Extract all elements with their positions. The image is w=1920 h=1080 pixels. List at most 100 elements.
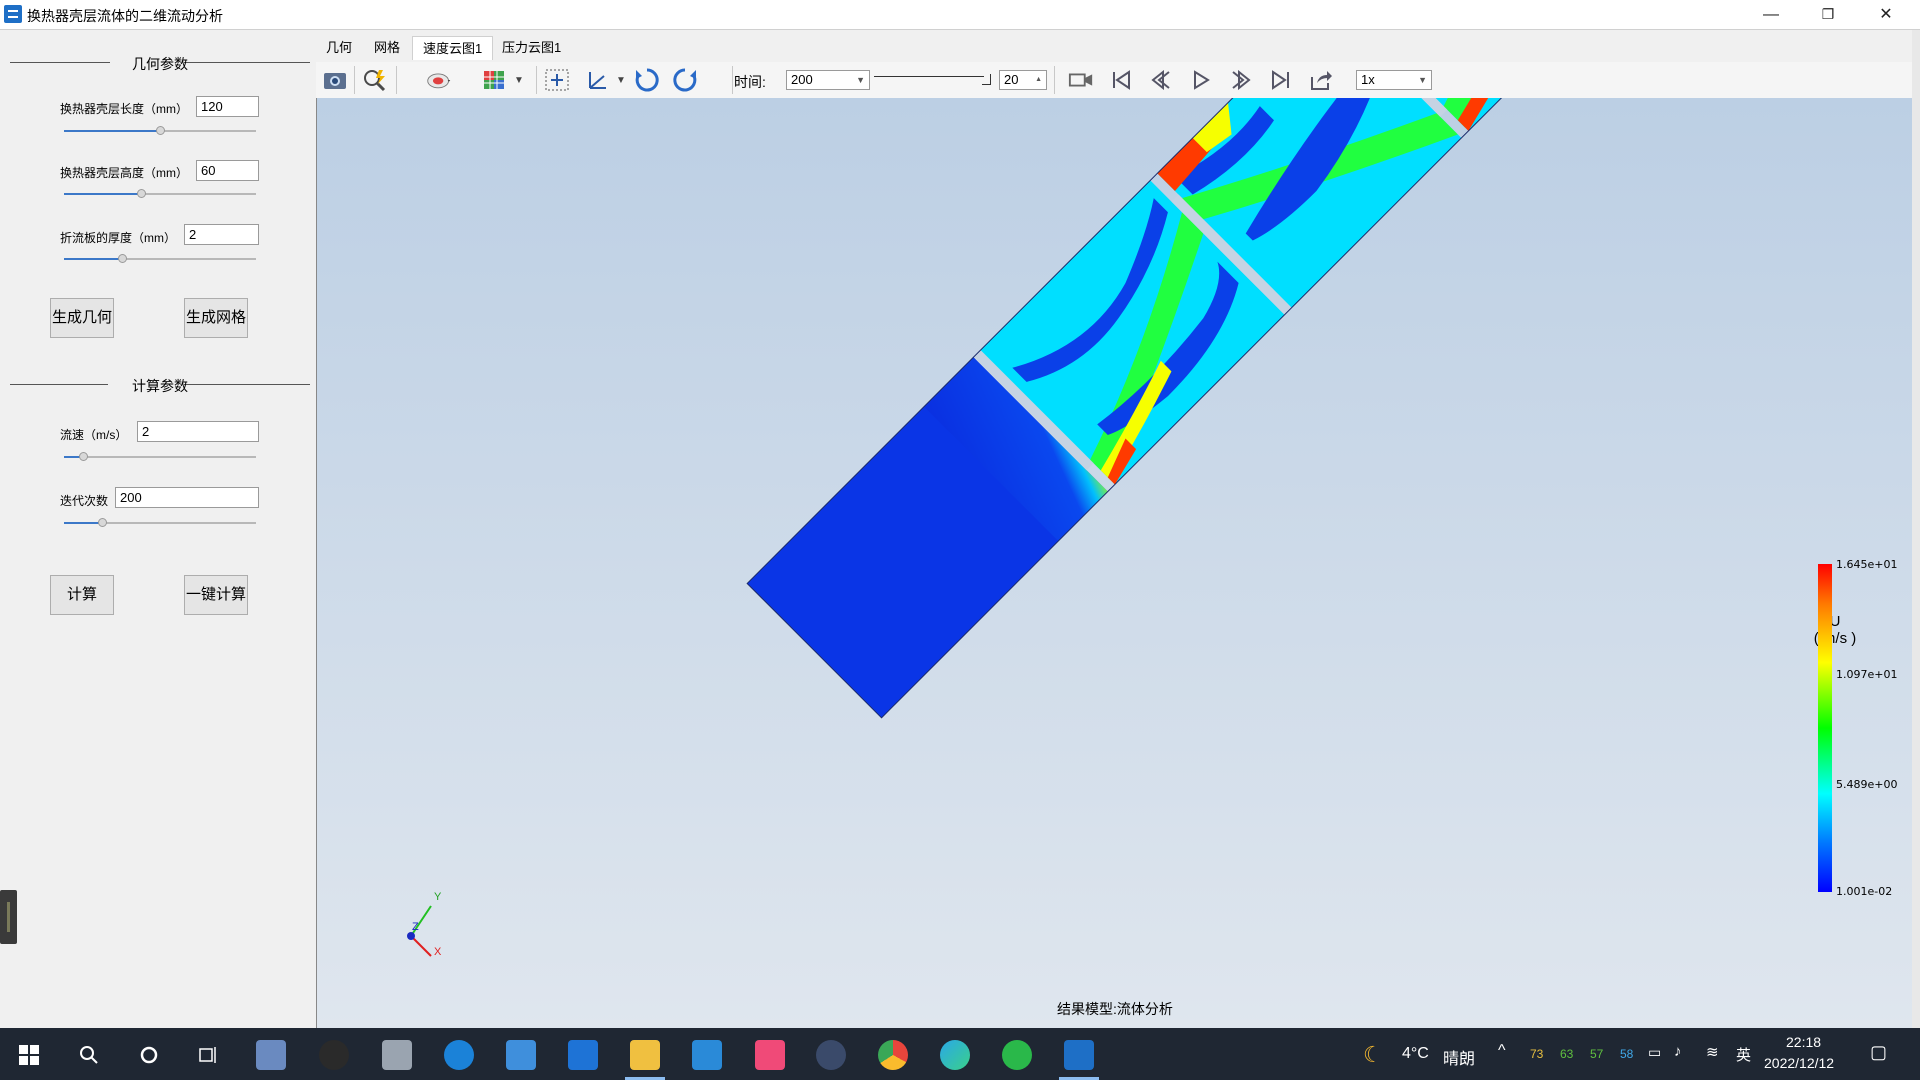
compute-group-header: 计算参数 <box>10 374 310 394</box>
taskbar-app-icon[interactable] <box>256 1040 286 1070</box>
spin-arrows-icon[interactable]: ▲ <box>1035 71 1042 89</box>
tray-value-4: 58 <box>1620 1047 1634 1061</box>
chrome-icon[interactable] <box>878 1040 908 1070</box>
time-slider-end[interactable] <box>982 74 991 85</box>
app-active-icon[interactable] <box>1064 1040 1094 1070</box>
volume-icon[interactable]: ♪ <box>1674 1043 1682 1060</box>
legend-variable: U <box>1829 613 1841 630</box>
frame-value: 20 <box>1004 72 1019 87</box>
one-click-compute-button[interactable]: 一键计算 <box>184 575 248 615</box>
height-slider[interactable] <box>64 189 256 198</box>
taskbar-app-icon[interactable] <box>444 1040 474 1070</box>
notification-icon[interactable]: ▢ <box>1870 1042 1887 1063</box>
length-slider[interactable] <box>64 126 256 135</box>
dock-handle[interactable] <box>0 890 17 944</box>
clock-time[interactable]: 22:18 <box>1786 1034 1821 1050</box>
iterations-slider-thumb[interactable] <box>98 518 108 527</box>
height-slider-fill <box>64 193 141 195</box>
scrollbar[interactable] <box>1912 30 1920 1028</box>
wechat-icon[interactable] <box>1002 1040 1032 1070</box>
taskbar-app-icon[interactable] <box>816 1040 846 1070</box>
parameter-panel: 几何参数 换热器壳层长度（mm） 120 换热器壳层高度（mm） 60 折流板的… <box>0 30 316 1030</box>
chevron-down-icon: ▼ <box>1418 75 1427 85</box>
length-input[interactable]: 120 <box>196 96 259 117</box>
legend-max: 1.645e+01 <box>1836 558 1898 571</box>
last-frame-icon[interactable] <box>1268 67 1294 93</box>
tab-pressure-contour[interactable]: 压力云图1 <box>492 36 571 60</box>
ime-indicator[interactable]: 英 <box>1736 1044 1751 1065</box>
height-slider-thumb[interactable] <box>136 189 146 198</box>
edge-icon[interactable] <box>940 1040 970 1070</box>
taskbar-app-icon[interactable] <box>506 1040 536 1070</box>
velocity-input[interactable]: 2 <box>137 421 259 442</box>
baffle-slider-thumb[interactable] <box>117 254 127 263</box>
axis-y-label: Y <box>434 891 442 903</box>
battery-icon[interactable]: ▭ <box>1648 1044 1661 1061</box>
chevron-down-icon[interactable]: ▼ <box>608 67 634 93</box>
first-frame-icon[interactable] <box>1108 67 1134 93</box>
velocity-slider-thumb[interactable] <box>79 452 89 461</box>
cortana-icon[interactable] <box>132 1038 166 1072</box>
prev-frame-icon[interactable] <box>1148 67 1174 93</box>
windows-start-icon[interactable] <box>12 1038 46 1072</box>
zoom-icon[interactable] <box>362 67 388 93</box>
alien-app-icon[interactable] <box>319 1040 349 1070</box>
velocity-label: 流速（m/s） <box>60 428 128 442</box>
height-input[interactable]: 60 <box>196 160 259 181</box>
result-model-label: 结果模型:流体分析 <box>1057 1001 1173 1017</box>
play-icon[interactable] <box>1188 67 1214 93</box>
velocity-slider[interactable] <box>64 452 256 461</box>
chevron-down-icon[interactable]: ▼ <box>506 67 532 93</box>
time-select-value: 200 <box>791 72 813 87</box>
axis-z-label: Z <box>412 921 419 933</box>
rotate-cw-icon[interactable] <box>634 67 660 93</box>
render-viewport[interactable]: Y X Z U ( m/s ) 1.645e+01 1.097e+01 5.48… <box>316 98 1913 1028</box>
fit-icon[interactable] <box>544 67 570 93</box>
generate-geometry-button[interactable]: 生成几何 <box>50 298 114 338</box>
restore-button[interactable]: ❐ <box>1800 0 1856 29</box>
taskbar-app-icon[interactable] <box>755 1040 785 1070</box>
time-slider-track[interactable] <box>874 76 984 77</box>
baffle-thickness-input[interactable]: 2 <box>184 224 259 245</box>
record-icon[interactable] <box>1068 67 1094 93</box>
orientation-axes <box>407 905 432 957</box>
taskbar-app-icon[interactable] <box>568 1040 598 1070</box>
minimize-button[interactable]: — <box>1743 0 1799 29</box>
time-select[interactable]: 200 ▼ <box>786 70 870 90</box>
colorbar <box>1818 564 1832 892</box>
close-button[interactable]: ✕ <box>1858 0 1914 29</box>
next-frame-icon[interactable] <box>1228 67 1254 93</box>
speed-select[interactable]: 1x ▼ <box>1356 70 1432 90</box>
iterations-slider[interactable] <box>64 518 256 527</box>
tab-geometry[interactable]: 几何 <box>316 36 362 60</box>
iterations-input[interactable]: 200 <box>115 487 259 508</box>
chevron-up-icon[interactable]: ^ <box>1498 1042 1506 1060</box>
frame-spinbox[interactable]: 20 ▲ <box>999 70 1047 90</box>
camera-icon[interactable] <box>322 67 348 93</box>
baffle-thickness-slider[interactable] <box>64 254 256 263</box>
export-icon[interactable] <box>1308 67 1334 93</box>
wifi-icon[interactable]: ≋ <box>1706 1043 1719 1061</box>
app-icon <box>4 5 22 23</box>
baffle-thickness-label: 折流板的厚度（mm） <box>60 231 176 245</box>
legend-unit: ( m/s ) <box>1813 630 1857 647</box>
search-icon[interactable] <box>72 1038 106 1072</box>
length-slider-thumb[interactable] <box>156 126 165 135</box>
axes-icon[interactable] <box>584 67 610 93</box>
iterations-label: 迭代次数 <box>60 494 109 508</box>
clock-date[interactable]: 2022/12/12 <box>1764 1055 1834 1071</box>
compute-button[interactable]: 计算 <box>50 575 114 615</box>
length-slider-fill <box>64 130 160 132</box>
generate-mesh-button[interactable]: 生成网格 <box>184 298 248 338</box>
mesh-icon[interactable] <box>482 67 508 93</box>
file-explorer-icon[interactable] <box>630 1040 660 1070</box>
task-view-icon[interactable] <box>192 1038 226 1072</box>
weather-moon-icon: ☾ <box>1363 1042 1383 1067</box>
surface-icon[interactable] <box>426 67 452 93</box>
tab-mesh[interactable]: 网格 <box>364 36 410 60</box>
velocity-contour-plot <box>407 98 1837 957</box>
photos-app-icon[interactable] <box>692 1040 722 1070</box>
rotate-ccw-icon[interactable] <box>672 67 698 93</box>
taskbar-app-icon[interactable] <box>382 1040 412 1070</box>
tab-velocity-contour[interactable]: 速度云图1 <box>412 36 494 60</box>
